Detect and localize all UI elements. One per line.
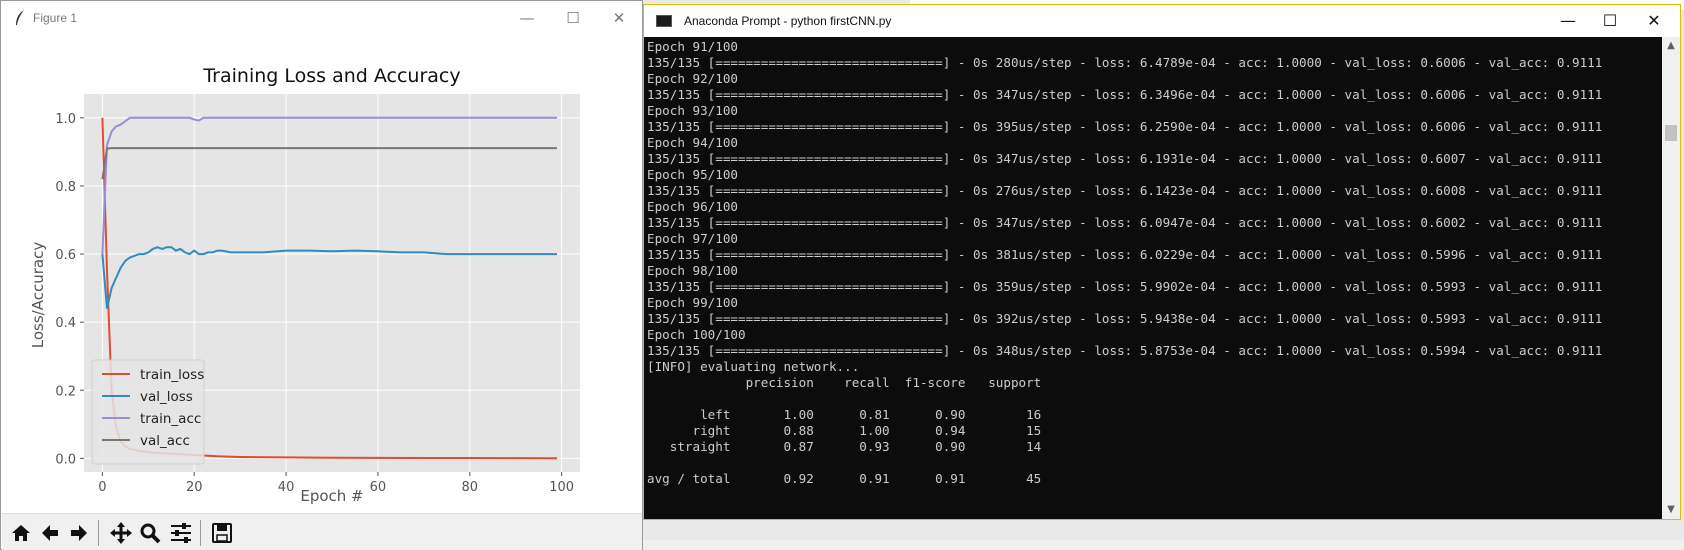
console-lines: Epoch 91/100 135/135 [===================… [647, 39, 1602, 487]
figure-window-title: Figure 1 [33, 11, 78, 25]
save-icon [212, 523, 232, 543]
console-scrollbar[interactable]: ▲ ▼ [1662, 37, 1680, 519]
console-window-title: Anaconda Prompt - python firstCNN.py [684, 14, 892, 28]
console-line: Epoch 94/100 [647, 135, 738, 150]
scroll-down-arrow-icon[interactable]: ▼ [1662, 501, 1680, 519]
scroll-up-arrow-icon[interactable]: ▲ [1662, 37, 1680, 55]
console-line: 135/135 [==============================]… [647, 247, 1603, 262]
zoom-icon [140, 523, 161, 544]
console-line: right 0.88 1.00 0.94 15 [647, 423, 1042, 438]
console-line: 135/135 [==============================]… [647, 151, 1603, 166]
toolbar-separator [200, 520, 201, 546]
console-maximize-button[interactable]: ☐ [1590, 9, 1630, 33]
x-tick-label: 80 [462, 480, 479, 495]
feather-icon [13, 9, 27, 27]
y-tick-label: 1.0 [55, 112, 76, 127]
console-line: Epoch 95/100 [647, 167, 738, 182]
y-tick-label: 0.6 [55, 248, 76, 263]
zoom-button[interactable] [137, 520, 163, 546]
console-line: avg / total 0.92 0.91 0.91 45 [647, 471, 1042, 486]
pan-icon [110, 522, 132, 544]
console-line: left 1.00 0.81 0.90 16 [647, 407, 1042, 422]
console-icon [656, 15, 672, 27]
figure-window: Figure 1 — ☐ ✕ 0 20 40 60 80 100 0.0 0.2 0.4 0.6 0… [0, 0, 643, 550]
legend-label: train_acc [140, 411, 201, 427]
forward-arrow-icon [71, 525, 87, 541]
figure-maximize-button[interactable]: ☐ [560, 7, 586, 29]
legend-label: train_loss [140, 367, 204, 383]
forward-button[interactable] [66, 520, 92, 546]
console-line: Epoch 98/100 [647, 263, 738, 278]
console-titlebar[interactable]: Anaconda Prompt - python firstCNN.py — ☐… [644, 5, 1680, 37]
x-tick-label: 40 [278, 480, 295, 495]
console-line: 135/135 [==============================]… [647, 215, 1603, 230]
pan-button[interactable] [108, 520, 134, 546]
home-icon [12, 525, 30, 541]
x-tick-label: 20 [186, 480, 203, 495]
configure-subplots-button[interactable] [168, 520, 194, 546]
console-line: Epoch 97/100 [647, 231, 738, 246]
figure-toolbar [2, 513, 642, 550]
configure-subplots-icon [171, 523, 191, 543]
console-output[interactable]: Epoch 91/100 135/135 [===================… [644, 37, 1662, 519]
figure-minimize-button[interactable]: — [514, 7, 540, 29]
console-line: 135/135 [==============================]… [647, 183, 1603, 198]
y-tick-label: 0.0 [55, 452, 76, 467]
figure-titlebar[interactable]: Figure 1 — ☐ ✕ [1, 1, 642, 35]
chart-legend: train_loss val_loss train_acc val_acc [91, 359, 205, 465]
toolbar-separator [98, 520, 99, 546]
console-line: straight 0.87 0.93 0.90 14 [647, 439, 1042, 454]
scrollbar-thumb[interactable] [1665, 125, 1677, 141]
console-line: Epoch 93/100 [647, 103, 738, 118]
x-axis-label: Epoch # [300, 487, 363, 505]
figure-canvas[interactable]: 0 20 40 60 80 100 0.0 0.2 0.4 0.6 0.8 1.0 Training … [2, 35, 642, 513]
console-line: 135/135 [==============================]… [647, 55, 1603, 70]
console-line: 135/135 [==============================]… [647, 311, 1603, 326]
console-line: precision recall f1-score support [647, 375, 1042, 390]
figure-close-button[interactable]: ✕ [606, 7, 632, 29]
back-arrow-icon [42, 525, 58, 541]
training-chart: 0 20 40 60 80 100 0.0 0.2 0.4 0.6 0.8 1.0 Training … [29, 65, 580, 505]
console-line: 135/135 [==============================]… [647, 343, 1603, 358]
x-tick-label: 60 [370, 480, 387, 495]
console-line: Epoch 100/100 [647, 327, 746, 342]
console-line: Epoch 92/100 [647, 71, 738, 86]
legend-label: val_loss [140, 389, 193, 405]
y-tick-label: 0.2 [55, 384, 76, 399]
console-line: 135/135 [==============================]… [647, 87, 1603, 102]
back-button[interactable] [37, 520, 63, 546]
home-button[interactable] [8, 520, 34, 546]
console-line: Epoch 99/100 [647, 295, 738, 310]
console-line: 135/135 [==============================]… [647, 279, 1603, 294]
legend-label: val_acc [140, 433, 190, 449]
y-tick-label: 0.8 [55, 180, 76, 195]
console-line: [INFO] evaluating network... [647, 359, 860, 374]
desktop: Figure 1 — ☐ ✕ 0 20 40 60 80 100 0.0 0.2 0.4 0.6 0… [0, 0, 1684, 550]
y-axis-label: Loss/Accuracy [29, 242, 47, 349]
console-line: 135/135 [==============================]… [647, 119, 1603, 134]
x-tick-label: 100 [549, 480, 574, 495]
save-button[interactable] [209, 520, 235, 546]
console-line: Epoch 91/100 [647, 39, 738, 54]
x-tick-label: 0 [98, 480, 106, 495]
console-window: Anaconda Prompt - python firstCNN.py — ☐… [643, 4, 1681, 520]
console-close-button[interactable]: ✕ [1634, 9, 1674, 33]
y-tick-label: 0.4 [55, 316, 76, 331]
chart-title: Training Loss and Accuracy [202, 65, 460, 87]
console-minimize-button[interactable]: — [1548, 9, 1588, 33]
console-line: Epoch 96/100 [647, 199, 738, 214]
